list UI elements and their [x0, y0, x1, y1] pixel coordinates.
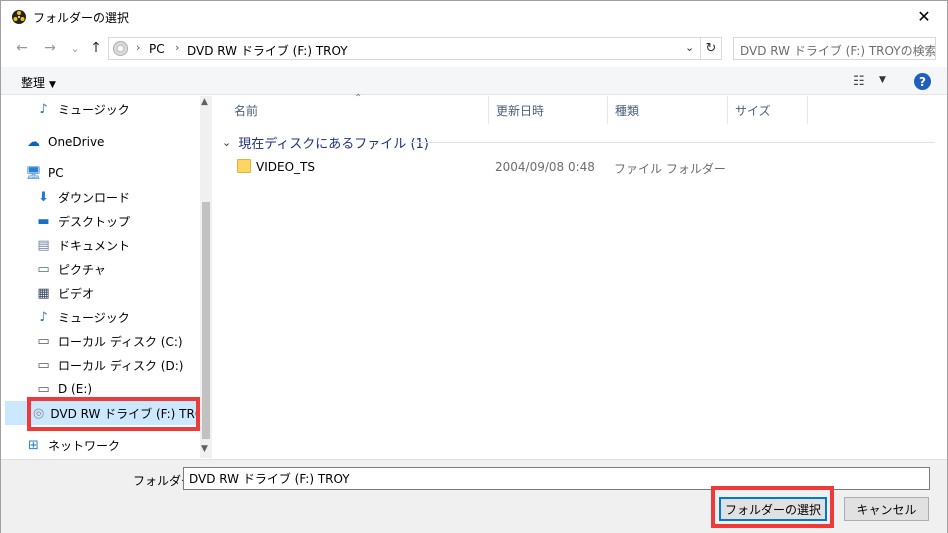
file-name: VIDEO_TS	[256, 160, 315, 174]
group-label: 現在ディスクにあるファイル (1)	[238, 137, 429, 152]
drive-icon: ▭	[37, 357, 50, 373]
sidebar-item-pictures[interactable]: ▭ ピクチャ	[5, 257, 200, 281]
help-icon[interactable]: ?	[914, 73, 931, 90]
download-icon: ⬇	[38, 189, 49, 205]
organize-button[interactable]: 整理 ▼	[21, 74, 56, 91]
sidebar-item-label: ビデオ	[58, 286, 95, 301]
drive-windows-icon: ▭	[37, 333, 50, 349]
breadcrumb-separator-icon: ›	[175, 41, 180, 54]
breadcrumb-separator-icon: ›	[136, 41, 141, 54]
navigation-scrollbar[interactable]: ▲ ▼	[200, 96, 212, 458]
recent-locations-button[interactable]: ⌄	[65, 38, 85, 58]
picture-icon: ▭	[37, 261, 50, 277]
sidebar-item-label: PC	[48, 166, 64, 180]
group-header[interactable]: ⌄ 現在ディスクにあるファイル (1)	[222, 133, 429, 152]
navigation-bar: ← → ⌄ ↑ › PC › DVD RW ドライブ (F:) TROY ⌄ ↻…	[1, 33, 947, 63]
close-button[interactable]: ✕	[901, 1, 947, 32]
sidebar-item-label: ローカル ディスク (D:)	[58, 358, 184, 373]
refresh-icon: ↻	[705, 41, 717, 56]
sidebar-item-label: D (E:)	[58, 382, 93, 396]
app-film-reel-icon	[12, 10, 26, 24]
chevron-down-icon: ⌄	[222, 136, 232, 149]
sidebar-item-label: ミュージック	[58, 102, 130, 117]
back-button[interactable]: ←	[12, 38, 32, 58]
title-bar: フォルダーの選択 ✕	[1, 1, 947, 32]
scroll-up-icon[interactable]: ▲	[201, 97, 208, 107]
up-arrow-icon: ↑	[90, 40, 102, 56]
sidebar-item-music-2[interactable]: ♪ ミュージック	[5, 305, 200, 329]
command-toolbar: 整理 ▼ ☷ ▼ ?	[1, 67, 947, 95]
sidebar-item-label: ダウンロード	[58, 190, 131, 205]
sidebar-item-label: ミュージック	[58, 310, 130, 325]
sidebar-item-downloads[interactable]: ⬇ ダウンロード	[5, 185, 200, 209]
computer-icon: 🖥	[25, 165, 42, 181]
scroll-down-icon[interactable]: ▼	[201, 444, 208, 454]
back-arrow-icon: ←	[16, 40, 28, 56]
sidebar-item-label: OneDrive	[48, 135, 105, 149]
column-header-label: 名前	[234, 103, 259, 118]
breadcrumb-pc[interactable]: PC	[149, 42, 165, 56]
column-header-size[interactable]: サイズ	[728, 96, 808, 124]
file-type: ファイル フォルダー	[614, 162, 726, 176]
caret-down-icon: ▼	[49, 80, 56, 90]
scroll-thumb[interactable]	[202, 202, 210, 439]
file-modified: 2004/09/08 0:48	[495, 160, 595, 174]
file-list-pane: 名前 ⌃ 更新日時 種類 サイズ ⌄ 現在ディスクにあるファイル (1) VID…	[214, 93, 947, 458]
desktop-icon: ▬	[37, 213, 50, 229]
sidebar-item-pc[interactable]: 🖥 PC	[5, 161, 200, 185]
sidebar-item-local-disk-c[interactable]: ▭ ローカル ディスク (C:)	[5, 329, 200, 353]
close-icon: ✕	[917, 7, 931, 26]
sidebar-item-label: ローカル ディスク (C:)	[58, 334, 183, 349]
folder-icon	[237, 159, 251, 173]
cloud-icon: ☁	[27, 134, 40, 150]
video-icon: ▦	[37, 285, 50, 301]
column-header-modified[interactable]: 更新日時	[489, 96, 608, 124]
address-dropdown-icon[interactable]: ⌄	[685, 41, 694, 54]
column-header-label: 種類	[615, 103, 640, 118]
dvd-disc-icon	[113, 41, 128, 56]
table-row[interactable]: VIDEO_TS 2004/09/08 0:48 ファイル フォルダー	[214, 156, 947, 178]
column-header-type[interactable]: 種類	[608, 96, 728, 124]
chevron-down-icon: ⌄	[70, 41, 80, 55]
forward-button[interactable]: →	[40, 38, 60, 58]
column-header-label: 更新日時	[496, 103, 545, 118]
sidebar-item-label: ネットワーク	[48, 438, 121, 453]
refresh-button[interactable]: ↻	[701, 37, 722, 60]
sort-ascending-icon: ⌃	[354, 93, 363, 104]
network-icon: ⊞	[28, 437, 39, 453]
sidebar-item-music[interactable]: ♪ ミュージック	[5, 97, 200, 121]
drive-icon: ▭	[37, 381, 50, 397]
highlight-box-dvd-drive	[27, 397, 200, 431]
sidebar-item-onedrive[interactable]: ☁ OneDrive	[5, 130, 200, 154]
sidebar-item-label: ピクチャ	[58, 262, 106, 277]
sidebar-item-videos[interactable]: ▦ ビデオ	[5, 281, 200, 305]
document-icon: ▤	[37, 237, 50, 253]
view-options-icon[interactable]: ☷	[853, 74, 865, 89]
sidebar-item-network[interactable]: ⊞ ネットワーク	[5, 433, 200, 457]
organize-label: 整理	[21, 76, 46, 90]
sidebar-item-label: デスクトップ	[58, 214, 131, 229]
address-bar[interactable]: › PC › DVD RW ドライブ (F:) TROY ⌄	[108, 37, 701, 60]
group-divider	[410, 142, 935, 143]
up-button[interactable]: ↑	[86, 38, 106, 58]
music-icon: ♪	[39, 309, 48, 325]
sidebar-item-local-disk-d[interactable]: ▭ ローカル ディスク (D:)	[5, 353, 200, 377]
forward-arrow-icon: →	[44, 40, 56, 56]
sidebar-item-documents[interactable]: ▤ ドキュメント	[5, 233, 200, 257]
folder-picker-dialog: フォルダーの選択 ✕ ← → ⌄ ↑ › PC › DVD RW ドライブ (F…	[0, 0, 948, 533]
highlight-box-select-button	[711, 486, 834, 528]
window-title: フォルダーの選択	[33, 11, 130, 25]
sidebar-item-desktop[interactable]: ▬ デスクトップ	[5, 209, 200, 233]
music-icon: ♪	[39, 101, 48, 117]
cancel-button[interactable]: キャンセル	[844, 497, 929, 521]
column-header-label: サイズ	[735, 103, 771, 118]
sidebar-item-label: ドキュメント	[58, 238, 131, 253]
search-input[interactable]: DVD RW ドライブ (F:) TROYの検索	[733, 37, 936, 60]
breadcrumb-dvd-drive[interactable]: DVD RW ドライブ (F:) TROY	[187, 42, 348, 59]
view-caret-down-icon[interactable]: ▼	[879, 75, 886, 85]
